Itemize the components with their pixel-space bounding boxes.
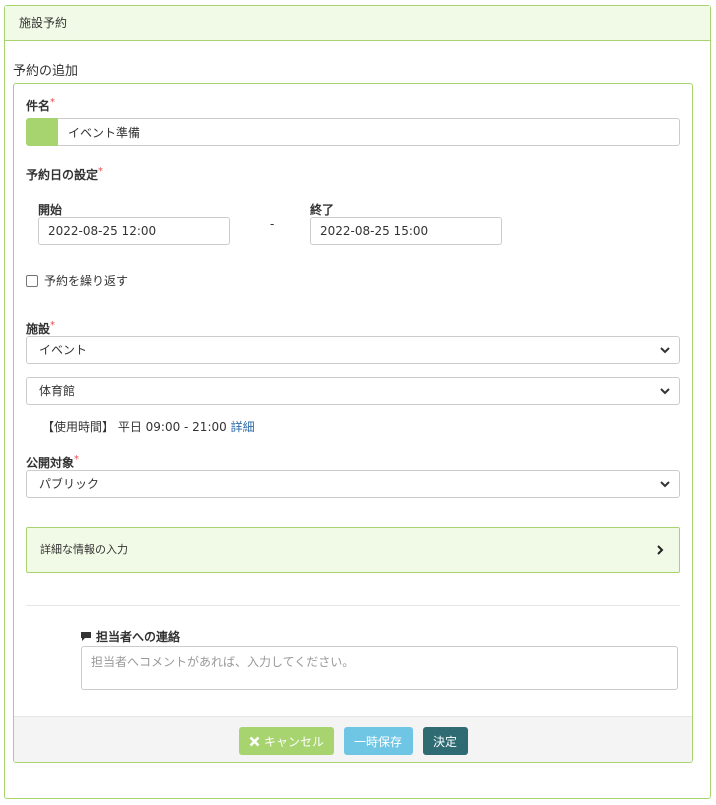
date-label: 予約日の設定*	[26, 166, 103, 183]
subject-input-group	[26, 118, 680, 146]
close-icon	[249, 736, 260, 746]
chevron-down-icon	[660, 388, 670, 395]
start-datetime-input[interactable]	[38, 217, 230, 245]
visibility-value: パブリック	[39, 477, 100, 491]
facility-category-value: イベント	[39, 343, 88, 357]
repeat-label: 予約を繰り返す	[44, 274, 129, 288]
chevron-right-icon	[657, 545, 664, 555]
repeat-checkbox[interactable]	[26, 274, 38, 287]
divider	[26, 605, 680, 606]
required-mark: *	[98, 166, 104, 177]
repeat-option[interactable]: 予約を繰り返す	[26, 272, 128, 289]
details-accordion-label: 詳細な情報の入力	[40, 543, 128, 556]
save-draft-label: 一時保存	[354, 734, 403, 749]
facility-label-text: 施設	[26, 322, 51, 336]
chevron-down-icon	[660, 481, 670, 488]
subject-color-picker[interactable]	[26, 118, 58, 146]
usage-hours: 【使用時間】 平日 09:00 - 21:00 詳細	[42, 418, 255, 435]
visibility-label: 公開対象*	[26, 454, 79, 471]
submit-button[interactable]: 決定	[423, 727, 468, 755]
chevron-down-icon	[660, 347, 670, 354]
panel-title: 施設予約	[5, 6, 710, 41]
comment-textarea[interactable]	[81, 646, 678, 690]
details-accordion[interactable]: 詳細な情報の入力	[26, 527, 680, 573]
subject-label-text: 件名	[26, 99, 51, 113]
subject-input[interactable]	[58, 118, 680, 146]
cancel-button[interactable]: キャンセル	[239, 727, 334, 755]
facility-label: 施設*	[26, 320, 55, 337]
usage-hours-text: 【使用時間】 平日 09:00 - 21:00	[42, 420, 227, 434]
visibility-label-text: 公開対象	[26, 456, 75, 470]
subject-label: 件名*	[26, 97, 55, 114]
visibility-select[interactable]: パブリック	[26, 470, 680, 498]
cancel-label: キャンセル	[264, 734, 325, 749]
required-mark: *	[74, 454, 80, 465]
facility-select[interactable]: 体育館	[26, 377, 680, 405]
start-label: 開始	[38, 203, 63, 217]
reservation-form-card: 件名* 予約日の設定* 開始 - 終了 予約を繰り返す 施設* イベント 体育館…	[13, 83, 693, 763]
date-label-text: 予約日の設定	[26, 168, 99, 182]
facility-value: 体育館	[39, 384, 76, 398]
end-label: 終了	[310, 203, 335, 217]
submit-label: 決定	[433, 734, 458, 749]
end-datetime-input[interactable]	[310, 217, 502, 245]
save-draft-button[interactable]: 一時保存	[344, 727, 413, 755]
required-mark: *	[50, 97, 56, 108]
form-footer: キャンセル 一時保存 決定	[14, 716, 692, 762]
usage-details-link[interactable]: 詳細	[231, 420, 255, 434]
comment-label: 担当者への連絡	[80, 628, 180, 645]
section-title: 予約の追加	[13, 64, 79, 79]
comment-icon	[81, 632, 91, 641]
comment-label-text: 担当者への連絡	[96, 630, 181, 644]
date-separator: -	[270, 217, 275, 231]
required-mark: *	[50, 320, 56, 331]
facility-category-select[interactable]: イベント	[26, 336, 680, 364]
